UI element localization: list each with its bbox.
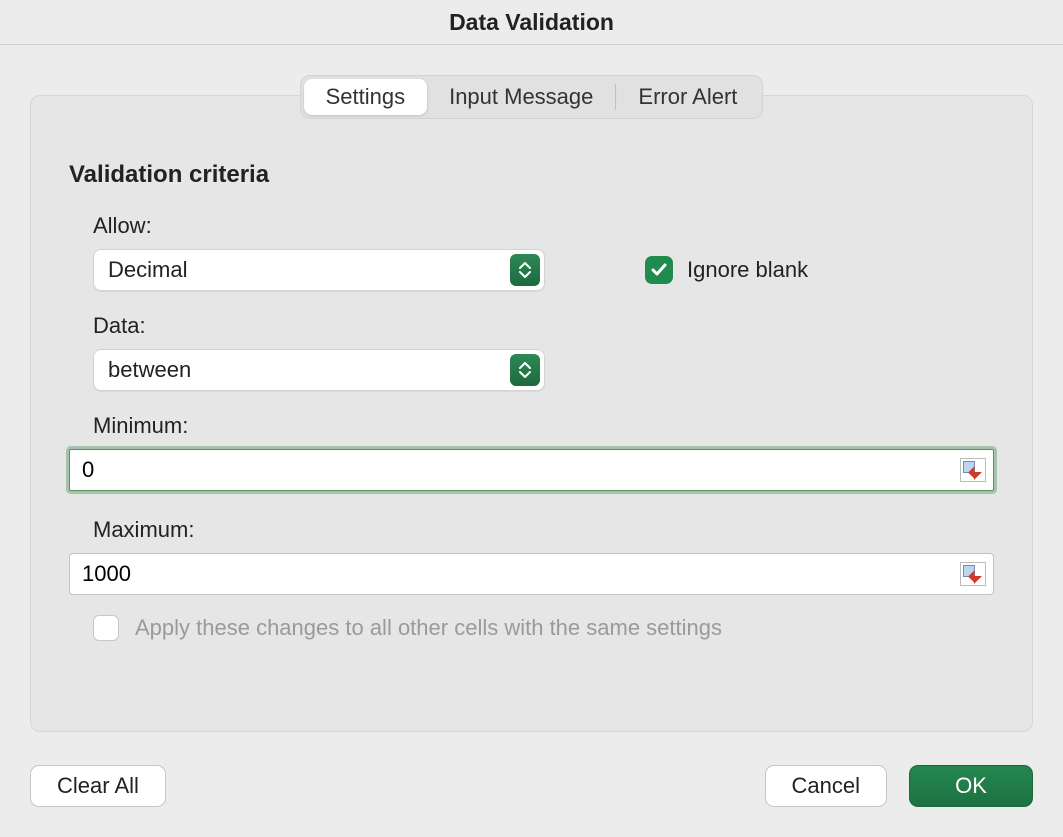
data-label: Data: (93, 313, 994, 339)
minimum-input[interactable] (69, 449, 994, 491)
apply-all-label: Apply these changes to all other cells w… (135, 615, 722, 641)
range-picker-icon[interactable] (960, 458, 986, 482)
tab-bar: Settings Input Message Error Alert (300, 75, 764, 119)
minimum-label: Minimum: (93, 413, 994, 439)
ignore-blank-checkbox[interactable] (645, 256, 673, 284)
apply-all-checkbox (93, 615, 119, 641)
stepper-icon (510, 254, 540, 286)
dialog-title: Data Validation (0, 0, 1063, 45)
criteria-form: Allow: Decimal Ignore blank (93, 213, 994, 439)
ok-button[interactable]: OK (909, 765, 1033, 807)
range-picker-icon[interactable] (960, 562, 986, 586)
allow-select-value: Decimal (108, 257, 187, 283)
tab-error-alert[interactable]: Error Alert (616, 79, 759, 115)
data-select-value: between (108, 357, 191, 383)
maximum-input[interactable] (69, 553, 994, 595)
dialog-body: Settings Input Message Error Alert Valid… (0, 45, 1063, 837)
ignore-blank-label: Ignore blank (687, 257, 808, 283)
data-select[interactable]: between (93, 349, 545, 391)
maximum-label: Maximum: (93, 517, 994, 543)
dialog-button-row: Clear All Cancel OK (30, 765, 1033, 807)
clear-all-button[interactable]: Clear All (30, 765, 166, 807)
apply-all-row: Apply these changes to all other cells w… (93, 615, 994, 641)
tab-settings[interactable]: Settings (304, 79, 428, 115)
tab-input-message[interactable]: Input Message (427, 79, 615, 115)
section-title-validation-criteria: Validation criteria (69, 161, 994, 189)
allow-label: Allow: (93, 213, 994, 239)
ignore-blank-row: Ignore blank (645, 256, 808, 284)
settings-panel: Validation criteria Allow: Decimal (30, 95, 1033, 732)
stepper-icon (510, 354, 540, 386)
allow-select[interactable]: Decimal (93, 249, 545, 291)
cancel-button[interactable]: Cancel (765, 765, 887, 807)
